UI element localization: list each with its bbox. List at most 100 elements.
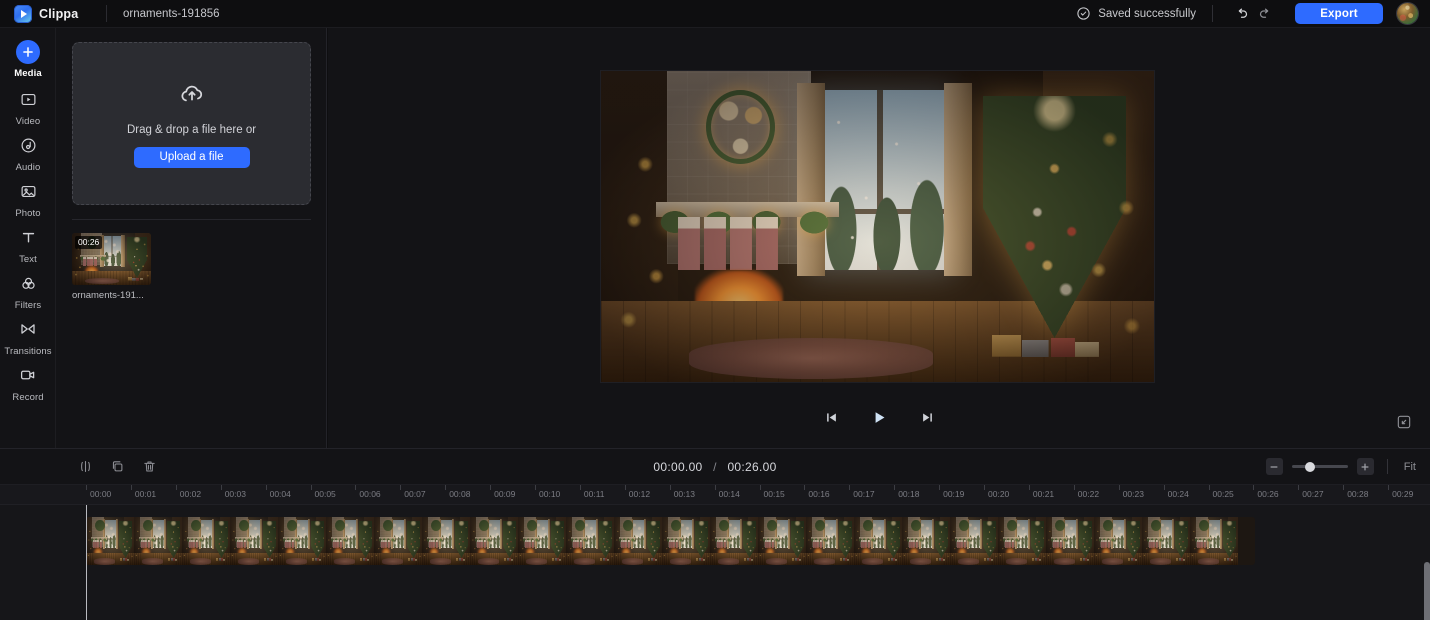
skip-previous-icon[interactable] [819, 405, 843, 429]
ruler-tick-mark [310, 485, 312, 490]
zoom-controls: Fit [1265, 458, 1430, 475]
zoom-fit-button[interactable]: Fit [1404, 461, 1416, 473]
audio-note-circle-icon [15, 132, 41, 158]
dropzone-text: Drag & drop a file here or [126, 123, 257, 136]
sidebar-item-photo[interactable]: Photo [0, 178, 56, 224]
trash-delete-icon[interactable] [140, 458, 158, 476]
divider [106, 5, 107, 22]
ruler-tick-label: 00:25 [1212, 489, 1234, 499]
clip-frame-scene [902, 517, 950, 565]
upload-file-button[interactable]: Upload a file [133, 146, 250, 168]
ruler-tick-label: 00:19 [943, 489, 965, 499]
clip-frame-scene [518, 517, 566, 565]
playhead[interactable] [86, 505, 87, 620]
ruler-tick-mark [535, 485, 536, 490]
divider [72, 219, 311, 220]
clip-frame [662, 517, 710, 565]
expand-fullscreen-icon[interactable] [1394, 412, 1414, 432]
ruler-tick-mark [400, 485, 402, 490]
scrollbar-thumb[interactable] [1424, 562, 1430, 620]
undo-arrow-icon[interactable] [1229, 3, 1253, 25]
ruler-tick-mark [714, 485, 716, 490]
save-status-label: Saved successfully [1098, 7, 1196, 20]
zoom-slider[interactable] [1291, 461, 1348, 472]
sidebar-item-filters[interactable]: Filters [0, 270, 56, 316]
sidebar-item-transitions[interactable]: Transitions [0, 316, 56, 362]
clip-frame [854, 517, 902, 565]
clip-frame [1142, 517, 1190, 565]
avatar[interactable] [1397, 3, 1418, 24]
ruler-tick-label: 00:05 [314, 489, 336, 499]
media-panel: Drag & drop a file here or Upload a file [56, 28, 327, 448]
timeline-track-area[interactable] [0, 505, 1430, 620]
sidebar-label: Filters [14, 300, 42, 311]
ruler-tick-mark [579, 485, 581, 490]
timeline-scrollbar[interactable] [1424, 562, 1430, 620]
clip-frame-scene [614, 517, 662, 565]
ruler-tick-mark [1163, 485, 1165, 490]
clip-frame [566, 517, 614, 565]
sidebar-item-video[interactable]: Video [0, 86, 56, 132]
clip-frame [1094, 517, 1142, 565]
clip-frame-scene [1190, 517, 1238, 565]
clip-frame [950, 517, 998, 565]
project-title[interactable]: ornaments-191856 [123, 8, 220, 20]
ruler-tick-label: 00:03 [224, 489, 246, 499]
ruler-tick-label: 00:01 [134, 489, 157, 499]
clip-frame [278, 517, 326, 565]
ruler-tick-mark [669, 485, 671, 490]
clip-frame [710, 517, 758, 565]
ruler-tick-mark [490, 485, 492, 490]
sidebar-label: Record [12, 392, 44, 403]
clip-frame [326, 517, 374, 565]
dropzone[interactable]: Drag & drop a file here or Upload a file [72, 42, 311, 205]
duplicate-copy-icon[interactable] [108, 458, 126, 476]
zoom-in-button[interactable] [1356, 458, 1374, 475]
timeline-ruler[interactable]: 00:00 00:01 00:02 00:03 00:04 00:05 00:06 00:07… [0, 485, 1430, 505]
skip-next-icon[interactable] [915, 405, 939, 429]
timeline-clip[interactable] [86, 517, 1255, 565]
sidebar-label: Photo [15, 208, 41, 219]
ruler-tick-mark [355, 485, 357, 490]
ruler-tick-label: 00:04 [269, 489, 291, 499]
ruler-tick-label: 00:10 [539, 489, 561, 499]
split-clip-icon[interactable] [76, 458, 94, 476]
sidebar-item-media[interactable]: Media [0, 40, 56, 86]
ruler-tick-mark [1388, 485, 1390, 490]
clip-frame-scene [1142, 517, 1190, 565]
brand[interactable]: Clippa [0, 4, 100, 23]
ruler-tick-mark [1073, 485, 1075, 490]
sidebar-item-text[interactable]: Text [0, 224, 56, 270]
clip-frame [86, 517, 134, 565]
timeline-toolbar: 00:00.00 / 00:26.00 Fit [0, 449, 1430, 485]
clip-frame-scene [566, 517, 614, 565]
ruler-tick-mark [1208, 485, 1210, 490]
ruler-tick-mark [265, 485, 267, 490]
ruler-tick-label: 00:13 [673, 489, 695, 499]
media-item[interactable]: 00:26 ornaments-191... [72, 233, 151, 301]
video-preview[interactable] [601, 71, 1154, 382]
sidebar-item-audio[interactable]: Audio [0, 132, 56, 178]
ruler-tick-label: 00:08 [449, 489, 471, 499]
media-thumbnail[interactable]: 00:26 [72, 233, 151, 285]
top-bar-actions: Saved successfully Export [1076, 3, 1430, 25]
preview-area [328, 28, 1430, 448]
export-button[interactable]: Export [1295, 3, 1383, 24]
zoom-slider-knob[interactable] [1304, 461, 1315, 472]
zoom-out-button[interactable] [1265, 458, 1283, 475]
ruler-tick-label: 00:12 [628, 489, 651, 499]
redo-arrow-icon[interactable] [1253, 3, 1277, 25]
ruler-tick-mark [624, 485, 626, 490]
media-item-name: ornaments-191... [72, 290, 144, 301]
clip-frame [182, 517, 230, 565]
duration-badge: 00:26 [75, 236, 103, 249]
play-icon[interactable] [867, 405, 891, 429]
ruler-tick-mark [894, 485, 896, 490]
record-camera-icon [15, 362, 41, 388]
ruler-tick-label: 00:21 [1032, 489, 1055, 499]
sidebar-item-record[interactable]: Record [0, 362, 56, 408]
ruler-tick-label: 00:17 [853, 489, 875, 499]
plus-circle-icon [16, 40, 40, 64]
clip-frame [998, 517, 1046, 565]
ruler-tick-mark [1298, 485, 1300, 490]
